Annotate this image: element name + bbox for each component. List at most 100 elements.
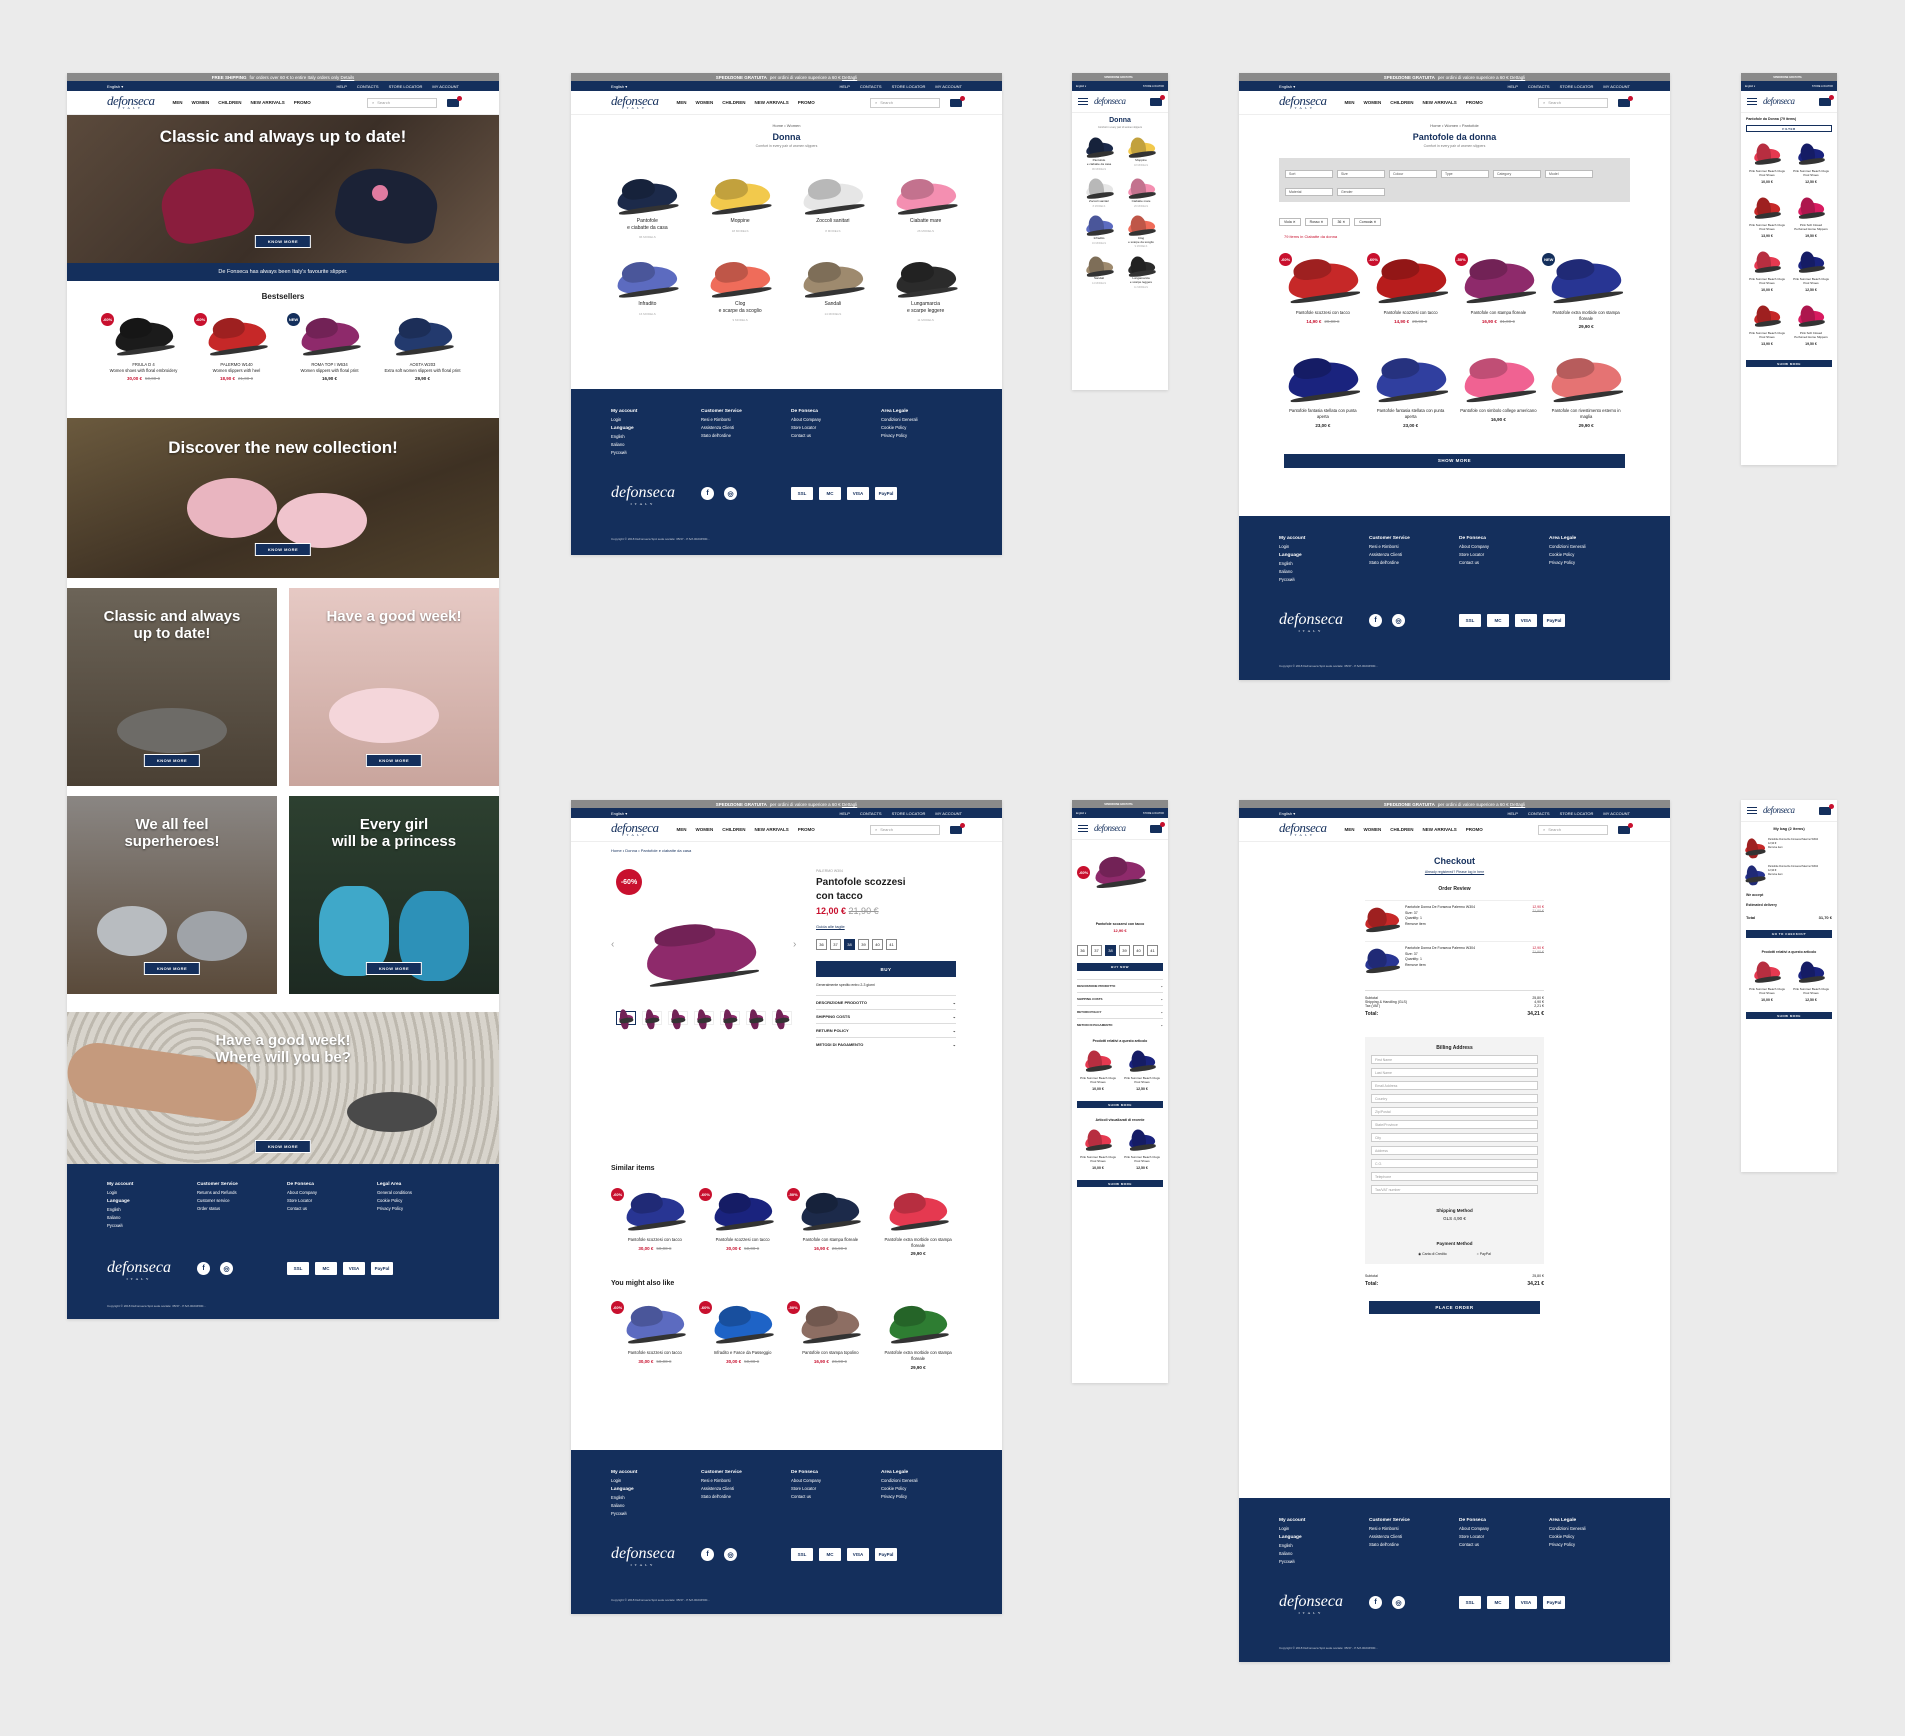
product-card[interactable]: Pink Summer Beach Clogs Pool Shoes 12,50 … [1120, 1128, 1164, 1174]
search-input[interactable]: ⌕ Search [1538, 824, 1608, 835]
go-to-checkout-button[interactable]: GO TO CHECKOUT [1746, 930, 1832, 938]
cart-icon[interactable] [950, 822, 965, 834]
tile-classic-know-more[interactable]: KNOW MORE [143, 754, 201, 767]
product-card[interactable]: Pantofole con rivestimento esterno in ma… [1542, 351, 1630, 431]
product-card[interactable]: NEW Pantofole extra morbide con stampa fl… [1542, 253, 1630, 333]
category-card[interactable]: Clog e scarpe da scoglio 9 MODELS [1120, 215, 1162, 248]
thumbnail[interactable] [616, 1011, 636, 1025]
field-last-name[interactable]: Last Name [1371, 1068, 1538, 1077]
tile-where-know-more[interactable]: KNOW MORE [254, 1140, 312, 1153]
category-card[interactable]: Ciabatte mare 26 MODELS [1120, 178, 1162, 208]
facebook-icon[interactable]: f [701, 487, 714, 500]
product-card[interactable]: -60% FRIULA D 4 Women shoes with floral e… [101, 313, 186, 385]
product-card[interactable]: -60% PALERMO W140 Women slippers with hee… [194, 313, 279, 385]
menu-icon[interactable] [1747, 807, 1757, 814]
product-card[interactable]: Pink Summer Beach Clogs Pool Shoes 12,50 … [1789, 142, 1833, 188]
filter-size[interactable]: Size [1337, 170, 1385, 178]
facebook-icon[interactable]: f [1369, 1596, 1382, 1609]
promo-details-link[interactable]: Details [341, 75, 355, 80]
menu-icon[interactable] [1747, 98, 1757, 105]
thumbnail[interactable] [694, 1011, 714, 1025]
product-card[interactable]: Pink Summer Beach Clogs Pool Shoes 12,50 … [1120, 1049, 1164, 1095]
menu-new-arrivals[interactable]: NEW ARRIVALS [250, 100, 284, 105]
instagram-icon[interactable]: ◎ [220, 1262, 233, 1275]
field-zip-postal[interactable]: Zip/Postal [1371, 1107, 1538, 1116]
collection-know-more-button[interactable]: KNOW MORE [254, 543, 312, 556]
facebook-icon[interactable]: f [701, 1548, 714, 1561]
category-card[interactable]: Sandali 14 MODELS [787, 253, 880, 322]
cart-icon[interactable] [1150, 821, 1165, 833]
accordion-item[interactable]: METODI DI PAGAMENTO ⌄ [816, 1037, 956, 1051]
product-card[interactable]: Pink Summer Beach Clogs Pool Shoes 13,90 … [1745, 304, 1789, 350]
menu-promo[interactable]: PROMO [294, 100, 311, 105]
filter-material[interactable]: Material [1285, 188, 1333, 196]
product-card[interactable]: -60% Pantofole scozzesi con tacco 14,90 €2… [1366, 253, 1455, 333]
category-card[interactable]: Moppine 18 MODELS [694, 170, 787, 239]
field-tax-vat-number[interactable]: Tax/VAT number [1371, 1185, 1538, 1194]
brand-logo[interactable]: defonseca ITALY [611, 94, 659, 111]
thumbnail[interactable] [668, 1011, 688, 1025]
instagram-icon[interactable]: ◎ [724, 1548, 737, 1561]
thumbnail[interactable] [720, 1011, 740, 1025]
product-card[interactable]: Pink Soft Closed Perfumed Home Slippers 1… [1789, 196, 1833, 242]
search-input[interactable]: ⌕ Search [870, 97, 940, 108]
cart-icon[interactable] [950, 95, 965, 107]
menu-icon[interactable] [1078, 98, 1088, 105]
breadcrumb[interactable]: Home • Women • Pantofole [1239, 123, 1670, 128]
thumbnail[interactable] [772, 1011, 792, 1025]
login-link[interactable]: Already registered? Please log in here [1239, 870, 1670, 874]
cart-icon[interactable] [1618, 822, 1633, 834]
category-card[interactable]: Clog e scarpe da scoglio 9 MODELS [694, 253, 787, 322]
menu-men[interactable]: MEN [172, 100, 182, 105]
remove-item-link[interactable]: Remove item [1405, 922, 1526, 928]
category-card[interactable]: Zoccoli sanitari 8 MODELS [787, 170, 880, 239]
cart-icon[interactable] [1150, 94, 1165, 106]
language-selector[interactable]: English ▾ [107, 84, 123, 89]
tile-good-week-know-more[interactable]: KNOW MORE [365, 754, 423, 767]
search-input[interactable]: ⌕ Search [367, 97, 437, 108]
contacts-link[interactable]: CONTACTS [357, 84, 379, 89]
filter-chip[interactable]: Comoda ✕ [1354, 218, 1382, 226]
field-state-province[interactable]: State/Province [1371, 1120, 1538, 1129]
category-card[interactable]: Pantofole e ciabatte da casa 96 MODELS [1078, 137, 1120, 171]
category-card[interactable]: Lungamarcia e scarpe leggere 11 MODELS [1120, 255, 1162, 289]
size-option[interactable]: 40 [872, 939, 883, 950]
filter-chip[interactable]: Viola ✕ [1279, 218, 1301, 226]
category-card[interactable]: Pantofole e ciabatte da casa 96 MODELS [601, 170, 694, 239]
product-card[interactable]: Pink Summer Beach Clogs Pool Shoes 10,00 … [1076, 1049, 1120, 1095]
size-option[interactable]: 38 [1105, 945, 1116, 956]
filter-gender[interactable]: Gender [1337, 188, 1385, 196]
accordion-item[interactable]: SHIPPING COSTS ⌄ [1077, 992, 1163, 1005]
product-card[interactable]: Pink Summer Beach Clogs Pool Shoes 12,50 … [1789, 960, 1833, 1006]
product-card[interactable]: NEW ROMA TOP I W634 Women slippers with f… [287, 313, 372, 385]
search-input[interactable]: ⌕ Search [1538, 97, 1608, 108]
store-locator-link[interactable]: STORE LOCATOR [389, 84, 423, 89]
product-card[interactable]: Pink Summer Beach Clogs Pool Shoes 10,00 … [1745, 960, 1789, 1006]
product-card[interactable]: -60% Pantofole scozzesi con tacco 14,90 €2… [1279, 253, 1367, 333]
field-c-o-[interactable]: C.O. [1371, 1159, 1538, 1168]
product-card[interactable]: Pantofole fantasia stellata con punta ap… [1367, 351, 1455, 431]
paypal-payment-radio[interactable]: ○ PayPal [1477, 1252, 1491, 1256]
product-card[interactable]: Pink Summer Beach Clogs Pool Shoes 10,00 … [1076, 1128, 1120, 1174]
accordion-item[interactable]: SHIPPING COSTS ⌄ [816, 1009, 956, 1023]
field-email-address[interactable]: Email Address [1371, 1081, 1538, 1090]
cart-icon[interactable] [1819, 803, 1834, 815]
product-card[interactable]: Pink Summer Beach Clogs Pool Shoes 13,90 … [1745, 196, 1789, 242]
facebook-icon[interactable]: f [1369, 614, 1382, 627]
product-card[interactable]: -50% Pantofole con stampa topolino 16,90 €… [786, 1301, 875, 1373]
field-telephone[interactable]: Telephone [1371, 1172, 1538, 1181]
cart-icon[interactable] [447, 95, 462, 107]
menu-women[interactable]: WOMEN [191, 100, 209, 105]
filter-category[interactable]: Category [1493, 170, 1541, 178]
size-option[interactable]: 37 [830, 939, 841, 950]
category-card[interactable]: Infradito 16 MODELS [601, 253, 694, 322]
filter-model[interactable]: Model [1545, 170, 1593, 178]
my-account-link[interactable]: MY ACCOUNT [432, 84, 459, 89]
instagram-icon[interactable]: ◎ [724, 487, 737, 500]
category-card[interactable]: Sandali 14 MODELS [1078, 255, 1120, 289]
login-link[interactable]: Login [107, 1190, 117, 1195]
size-option[interactable]: 36 [1077, 945, 1088, 956]
category-card[interactable]: Infradito 16 MODELS [1078, 215, 1120, 249]
product-card[interactable]: Pink Soft Closed Perfumed Home Slippers 1… [1789, 304, 1833, 350]
search-input[interactable]: ⌕ Search [870, 824, 940, 835]
